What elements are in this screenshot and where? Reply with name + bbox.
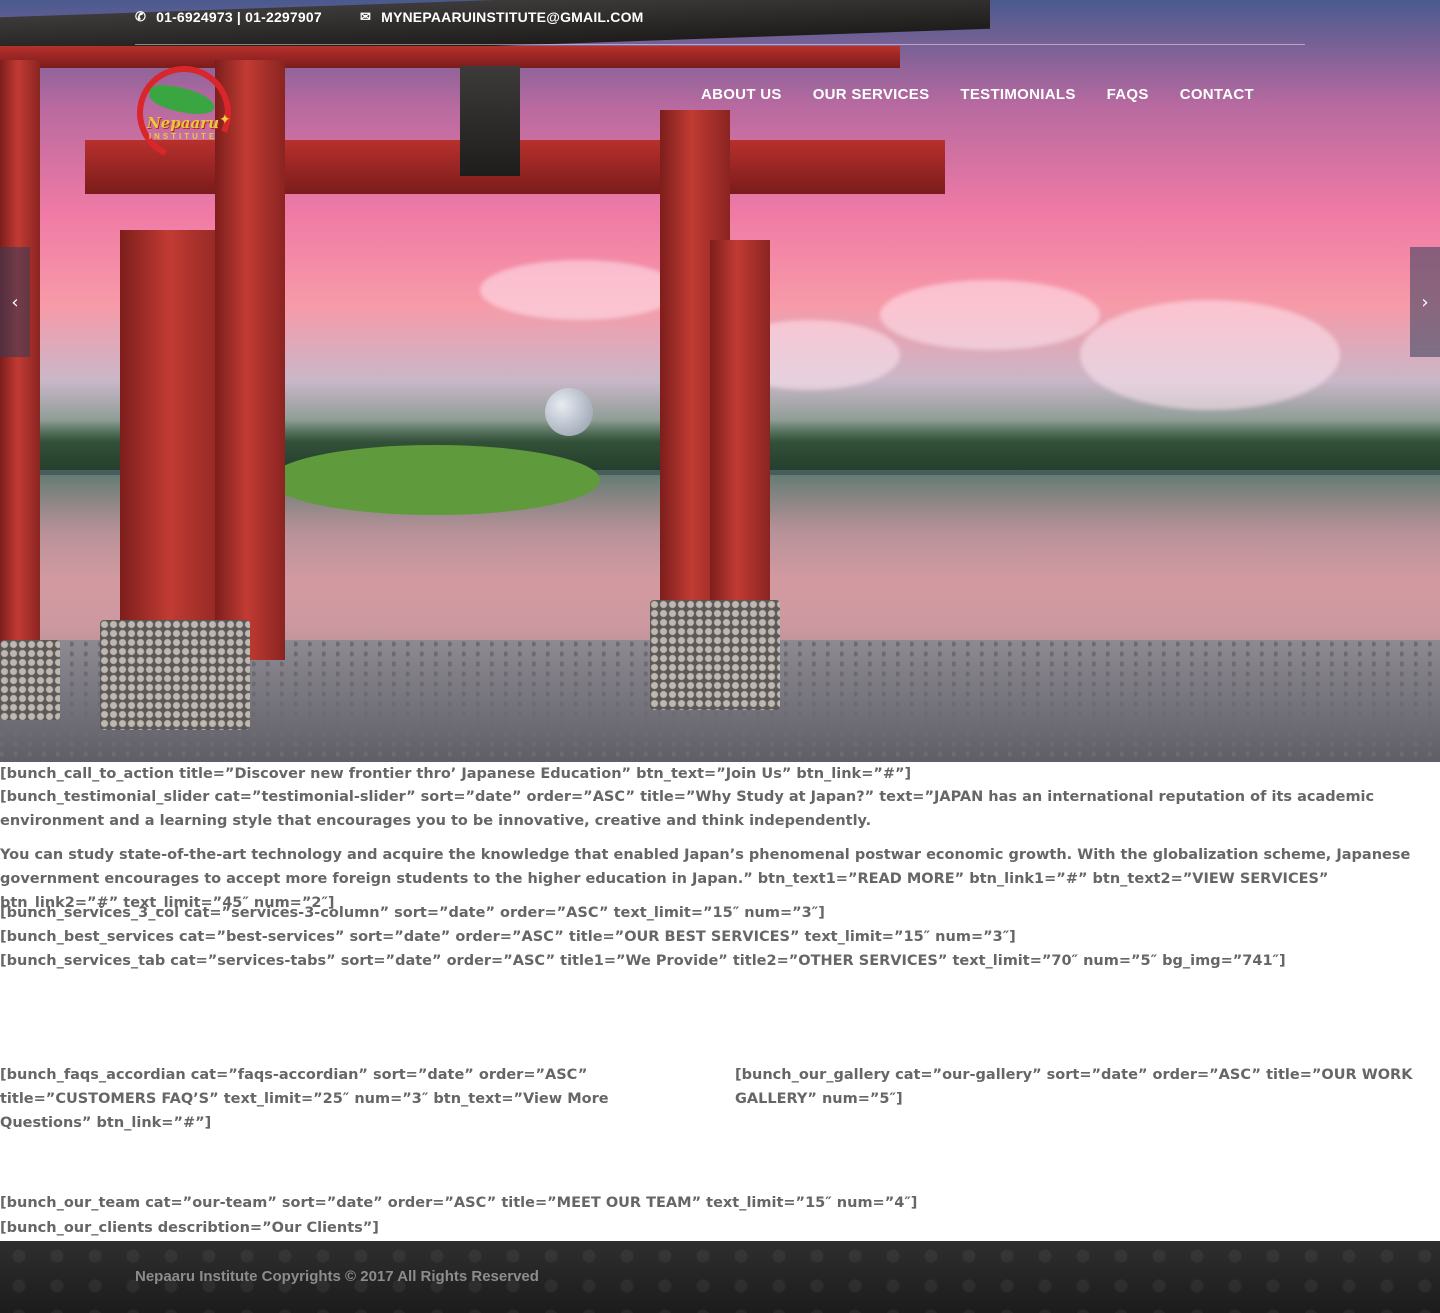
torii-post: [0, 60, 40, 700]
torii-center-plaque: [460, 66, 520, 176]
nav-contact[interactable]: CONTACT: [1180, 86, 1254, 103]
shortcode-testimonial-slider: [bunch_testimonial_slider cat=”testimoni…: [0, 789, 1375, 829]
shortcode-our-clients: [bunch_our_clients describtion=”Our Clie…: [0, 1220, 379, 1236]
shortcode-our-gallery: [bunch_our_gallery cat=”our-gallery” sor…: [735, 1067, 1413, 1107]
logo-subtitle: INSTITUTE: [148, 132, 218, 141]
hero-cloud: [480, 260, 680, 320]
torii-post: [120, 230, 230, 660]
chevron-right-icon: ›: [1421, 291, 1429, 313]
logo-wordmark: Nepaaru: [147, 114, 219, 132]
shortcode-services-tab: [bunch_services_tab cat=”services-tabs” …: [0, 953, 1286, 969]
hero-cloud: [1080, 300, 1340, 410]
hero-sphere: [545, 388, 593, 436]
slider-next-button[interactable]: ›: [1410, 247, 1440, 357]
shortcode-faqs-accordian: [bunch_faqs_accordian cat=”faqs-accordia…: [0, 1067, 609, 1131]
site-footer: Nepaaru Institute Copyrights © 2017 All …: [0, 1241, 1440, 1313]
email-address[interactable]: MYNEPAARUINSTITUTE@GMAIL.COM: [381, 9, 643, 25]
phone-numbers: 01-6924973 | 01-2297907: [156, 9, 322, 25]
nav-faqs[interactable]: FAQS: [1107, 86, 1149, 103]
shortcode-services-3-col: [bunch_services_3_col cat=”services-3-co…: [0, 905, 825, 921]
email-contact[interactable]: ✉ MYNEPAARUINSTITUTE@GMAIL.COM: [360, 9, 644, 25]
mail-icon: ✉: [360, 9, 372, 24]
nav-our-services[interactable]: OUR SERVICES: [813, 86, 930, 103]
site-logo[interactable]: Nepaaru INSTITUTE ✦: [123, 52, 245, 174]
nav-testimonials[interactable]: TESTIMONIALS: [960, 86, 1075, 103]
shortcode-best-services: [bunch_best_services cat=”best-services”…: [0, 929, 1016, 945]
torii-base: [0, 640, 60, 720]
slider-prev-button[interactable]: ‹: [0, 247, 30, 357]
torii-post: [215, 60, 285, 660]
torii-base: [650, 600, 780, 710]
star-icon: ✦: [219, 112, 231, 128]
chevron-left-icon: ‹: [11, 291, 19, 313]
torii-post: [710, 240, 770, 660]
torii-base: [100, 620, 250, 730]
shortcode-call-to-action: [bunch_call_to_action title=”Discover ne…: [0, 766, 912, 782]
nav-about-us[interactable]: ABOUT US: [701, 86, 782, 103]
phone-icon: ✆: [135, 9, 147, 24]
phone-contact: ✆ 01-6924973 | 01-2297907: [135, 9, 322, 25]
top-contact-bar: ✆ 01-6924973 | 01-2297907 ✉ MYNEPAARUINS…: [135, 0, 1305, 45]
shortcode-our-team: [bunch_our_team cat=”our-team” sort=”dat…: [0, 1195, 918, 1211]
hero-cloud: [880, 280, 1100, 350]
footer-copyright: Nepaaru Institute Copyrights © 2017 All …: [135, 1268, 539, 1285]
hero-island: [270, 445, 600, 515]
main-nav: ABOUT US OUR SERVICES TESTIMONIALS FAQS …: [701, 86, 1254, 103]
